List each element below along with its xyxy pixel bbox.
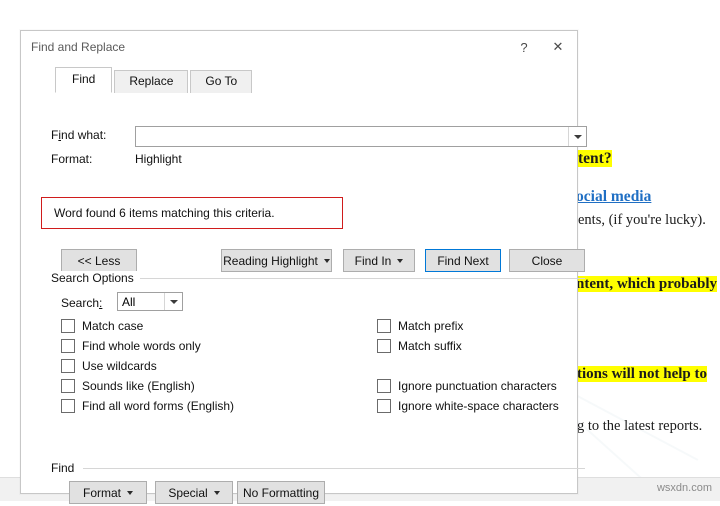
find-and-replace-dialog: Find and Replace ? ✕ Find Replace Go To … [20, 30, 587, 504]
find-next-button[interactable]: Find Next [425, 249, 501, 272]
checkbox-match-case[interactable]: Match case [61, 319, 143, 333]
find-what-combobox[interactable] [135, 126, 587, 147]
no-formatting-button[interactable]: No Formatting [237, 481, 325, 504]
chevron-down-icon [127, 490, 133, 495]
checkbox-box[interactable] [61, 339, 75, 353]
doc-text-span: ntent, which probably [576, 276, 718, 292]
find-what-input[interactable] [136, 127, 568, 146]
checkbox-label: Find all word forms (English) [82, 399, 235, 413]
chevron-down-icon[interactable] [164, 293, 182, 310]
doc-text-line: tent? [578, 150, 612, 168]
chevron-down-icon [323, 258, 330, 263]
checkbox-box[interactable] [377, 399, 391, 413]
checkbox-find-all-word-forms[interactable]: Find all word forms (English) [61, 399, 234, 413]
search-scope-select[interactable]: All [117, 292, 183, 311]
find-group-label: Find [51, 461, 81, 475]
chevron-down-icon[interactable] [568, 127, 586, 146]
search-label: Search: [61, 296, 103, 310]
checkbox-label: Match suffix [398, 339, 462, 353]
format-label: Format: [51, 152, 93, 166]
chevron-down-icon [213, 490, 220, 495]
reading-highlight-button[interactable]: Reading Highlight [221, 249, 332, 272]
doc-link[interactable]: social media [570, 188, 651, 205]
checkbox-box[interactable] [377, 319, 391, 333]
format-button[interactable]: Format [69, 481, 147, 504]
checkbox-find-whole-words-only[interactable]: Find whole words only [61, 339, 201, 353]
search-options-divider [139, 278, 585, 279]
find-in-label: Find In [354, 253, 392, 268]
search-result-message: Word found 6 items matching this criteri… [41, 197, 343, 229]
checkbox-box[interactable] [61, 359, 75, 373]
site-watermark: wsxdn.com [656, 482, 712, 494]
checkbox-label: Match case [82, 319, 144, 333]
tab-go-to[interactable]: Go To [190, 70, 253, 93]
title-bar-buttons: ? ✕ [509, 31, 577, 63]
less-button[interactable]: << Less [61, 249, 137, 272]
checkbox-sounds-like[interactable]: Sounds like (English) [61, 379, 195, 393]
find-group-divider [83, 468, 585, 469]
search-options-group-label: Search Options [51, 271, 140, 285]
doc-text-line: ents, (if you're lucky). [578, 212, 706, 229]
dialog-title-bar[interactable]: Find and Replace ? ✕ [21, 31, 577, 63]
checkbox-label: Ignore punctuation characters [398, 379, 557, 393]
close-button[interactable]: Close [509, 249, 585, 272]
special-button-label: Special [168, 485, 208, 500]
format-button-label: Format [82, 485, 121, 500]
doc-text-span: ents, (if you're lucky). [578, 212, 706, 228]
checkbox-match-prefix[interactable]: Match prefix [377, 319, 463, 333]
find-what-label: Find what: [51, 128, 107, 142]
checkbox-label: Find whole words only [82, 339, 201, 353]
checkbox-use-wildcards[interactable]: Use wildcards [61, 359, 157, 373]
doc-text-span: g to the latest reports. [577, 418, 703, 434]
checkbox-label: Sounds like (English) [82, 379, 195, 393]
checkbox-box[interactable] [377, 339, 391, 353]
checkbox-box[interactable] [61, 319, 75, 333]
checkbox-box[interactable] [61, 379, 75, 393]
tab-replace[interactable]: Replace [114, 70, 189, 93]
chevron-down-icon [397, 258, 404, 263]
doc-text-span: tions will not help to [577, 366, 708, 382]
tab-find[interactable]: Find [55, 67, 113, 93]
search-scope-value: All [122, 294, 136, 309]
search-result-text: Word found 6 items matching this criteri… [54, 206, 275, 220]
doc-text-line: tions will not help to [577, 366, 708, 383]
find-in-button[interactable]: Find In [343, 249, 415, 272]
special-button[interactable]: Special [155, 481, 233, 504]
dialog-title: Find and Replace [31, 40, 126, 54]
doc-text-line: g to the latest reports. [577, 418, 702, 435]
reading-highlight-label: Reading Highlight [223, 253, 318, 268]
checkbox-ignore-punctuation[interactable]: Ignore punctuation characters [377, 379, 557, 393]
dialog-body: Find what: Format: Highlight Word found … [21, 93, 587, 504]
checkbox-label: Ignore white-space characters [398, 399, 559, 413]
doc-text-line: social media [570, 188, 651, 206]
format-value: Highlight [135, 152, 182, 166]
checkbox-label: Use wildcards [82, 359, 157, 373]
doc-text-line: ntent, which probably [576, 276, 718, 293]
help-icon[interactable]: ? [509, 31, 539, 63]
close-icon[interactable]: ✕ [539, 31, 577, 63]
checkbox-box[interactable] [377, 379, 391, 393]
doc-text-span: tent? [578, 150, 612, 167]
checkbox-box[interactable] [61, 399, 75, 413]
checkbox-ignore-white-space[interactable]: Ignore white-space characters [377, 399, 559, 413]
checkbox-match-suffix[interactable]: Match suffix [377, 339, 462, 353]
dialog-tabs: Find Replace Go To [55, 67, 254, 93]
checkbox-label: Match prefix [398, 319, 464, 333]
